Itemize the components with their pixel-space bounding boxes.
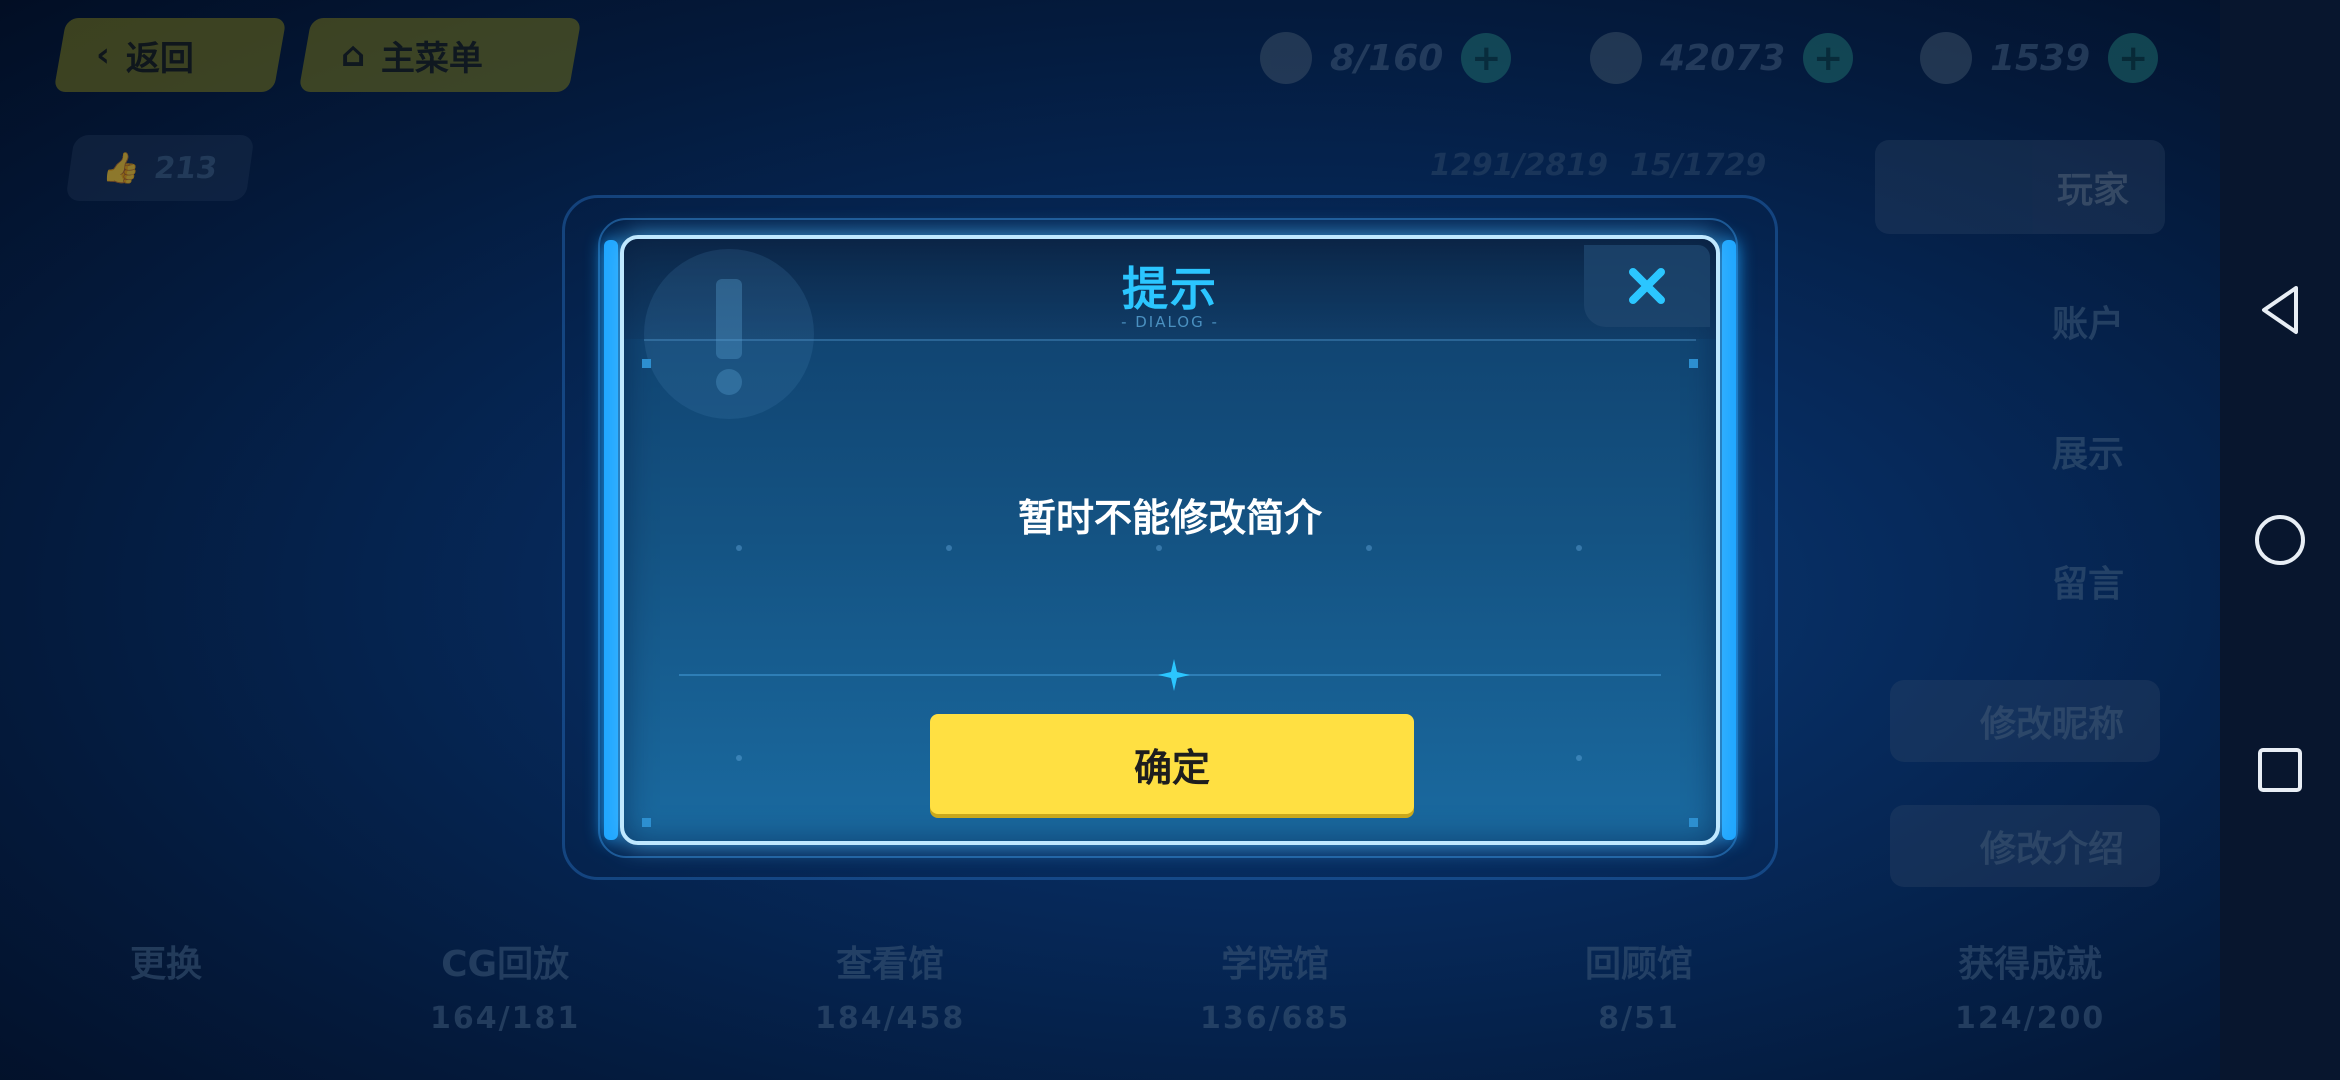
thumbs-up-icon: 👍 bbox=[100, 150, 143, 186]
nav-recent-button[interactable] bbox=[2250, 740, 2310, 800]
home-icon: ⌂ bbox=[341, 35, 366, 75]
plus-icon[interactable]: + bbox=[1803, 33, 1854, 83]
resource-stamina: 8/160 + bbox=[1260, 28, 1512, 88]
corner-marker bbox=[1689, 359, 1698, 368]
corner-marker bbox=[642, 359, 651, 368]
grid-dot bbox=[1156, 545, 1162, 551]
grid-dot bbox=[736, 755, 742, 761]
main-menu-button[interactable]: ⌂ 主菜单 bbox=[298, 18, 582, 92]
nav-back-button[interactable] bbox=[2250, 280, 2310, 340]
grid-dot bbox=[946, 545, 952, 551]
grid-dot bbox=[1576, 545, 1582, 551]
stat-gallery-a[interactable]: 查看馆 184/458 bbox=[815, 935, 965, 1036]
system-navbar bbox=[2220, 0, 2340, 1080]
likes-badge: 👍 213 bbox=[65, 135, 255, 201]
nav-home-button[interactable] bbox=[2250, 510, 2310, 570]
stat-gallery-b[interactable]: 学院馆 136/685 bbox=[1200, 935, 1350, 1036]
back-button[interactable]: ‹ 返回 bbox=[53, 18, 287, 92]
confirm-button[interactable]: 确定 bbox=[930, 714, 1414, 814]
stat-cg-replay[interactable]: CG回放 164/181 bbox=[430, 935, 580, 1036]
chevron-left-icon: ‹ bbox=[96, 35, 111, 75]
progress-a: 1291/2819 bbox=[1430, 148, 1608, 183]
close-button[interactable] bbox=[1584, 245, 1710, 327]
resource-coins: 42073 + bbox=[1590, 28, 1854, 88]
grid-dot bbox=[736, 545, 742, 551]
edit-nickname-button[interactable]: 修改昵称 bbox=[1890, 680, 2160, 762]
stat-change[interactable]: 更换 bbox=[130, 935, 202, 987]
crystal-icon bbox=[1920, 32, 1972, 84]
plus-icon[interactable]: + bbox=[2108, 33, 2159, 83]
coin-icon bbox=[1590, 32, 1642, 84]
recent-square-icon bbox=[2258, 748, 2302, 792]
stamina-icon bbox=[1260, 32, 1312, 84]
plus-icon[interactable]: + bbox=[1461, 33, 1512, 83]
dialog: 提示 - DIALOG - 暂时不能修改简介 确定 bbox=[620, 235, 1720, 845]
dialog-subtitle: - DIALOG - bbox=[1121, 313, 1219, 331]
resource-crystals: 1539 + bbox=[1920, 28, 2159, 88]
progress-b: 15/1729 bbox=[1630, 148, 1767, 183]
stat-achievements[interactable]: 获得成就 124/200 bbox=[1955, 935, 2105, 1036]
dialog-title: 提示 bbox=[1122, 262, 1218, 316]
dialog-message: 暂时不能修改简介 bbox=[1017, 496, 1322, 540]
back-triangle-icon bbox=[2262, 286, 2298, 334]
sparkle-icon bbox=[1158, 659, 1190, 691]
corner-marker bbox=[1689, 818, 1698, 827]
edit-intro-button[interactable]: 修改介绍 bbox=[1890, 805, 2160, 887]
home-circle-icon bbox=[2255, 515, 2305, 565]
tab-display[interactable]: 展示 bbox=[1890, 410, 2160, 492]
right-glow-bar bbox=[1722, 240, 1736, 840]
left-glow-bar bbox=[604, 240, 618, 840]
grid-dot bbox=[1366, 545, 1372, 551]
grid-dot bbox=[1576, 755, 1582, 761]
tab-messages[interactable]: 留言 bbox=[1890, 540, 2160, 622]
tab-account[interactable]: 账户 bbox=[1890, 280, 2160, 362]
close-icon bbox=[1629, 268, 1665, 304]
corner-marker bbox=[642, 818, 651, 827]
tab-player[interactable]: 玩家 bbox=[1875, 140, 2165, 234]
stat-gallery-c[interactable]: 回顾馆 8/51 bbox=[1585, 935, 1693, 1036]
